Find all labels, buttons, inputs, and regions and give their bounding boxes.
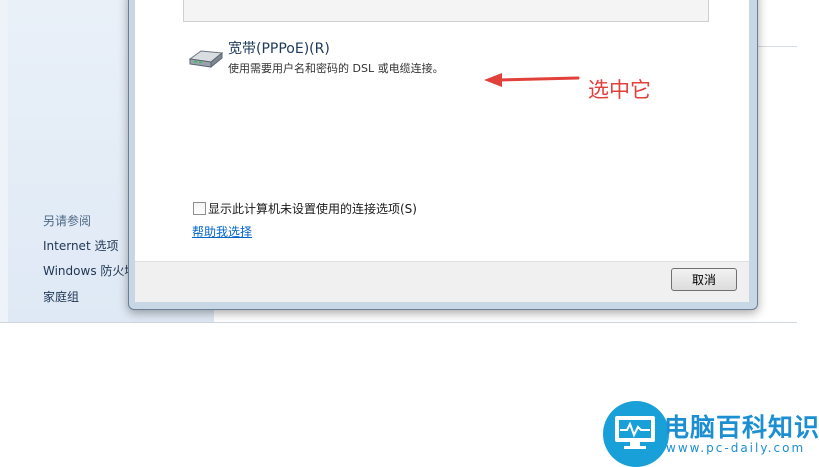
divider-line bbox=[756, 46, 797, 47]
show-unset-options-label[interactable]: 显示此计算机未设置使用的连接选项(S) bbox=[208, 200, 417, 217]
broadband-option-title[interactable]: 宽带(PPPoE)(R) bbox=[228, 38, 330, 58]
window-bottom-border bbox=[0, 322, 797, 323]
sidebar-link-windows-firewall[interactable]: Windows 防火墙 bbox=[43, 262, 136, 279]
see-also-heading: 另请参阅 bbox=[43, 214, 92, 228]
watermark-title: 电脑百科知识 bbox=[664, 413, 819, 442]
watermark-url: www.pc-daily.com bbox=[666, 441, 806, 455]
annotation-arrow bbox=[482, 70, 582, 90]
annotation-select-it: 选中它 bbox=[588, 78, 651, 102]
sidebar-link-internet-options[interactable]: Internet 选项 bbox=[43, 237, 118, 254]
broadband-modem-icon bbox=[187, 45, 225, 71]
help-me-choose-link[interactable]: 帮助我选择 bbox=[192, 223, 252, 240]
connection-options-list bbox=[183, 0, 709, 22]
dialog-footer bbox=[135, 261, 749, 302]
monitor-icon bbox=[612, 414, 658, 450]
show-unset-options-checkbox[interactable] bbox=[193, 202, 206, 215]
cancel-button[interactable]: 取消 bbox=[671, 268, 737, 291]
sidebar-link-homegroup[interactable]: 家庭组 bbox=[43, 288, 79, 305]
broadband-option-description: 使用需要用户名和密码的 DSL 或电缆连接。 bbox=[228, 62, 444, 75]
